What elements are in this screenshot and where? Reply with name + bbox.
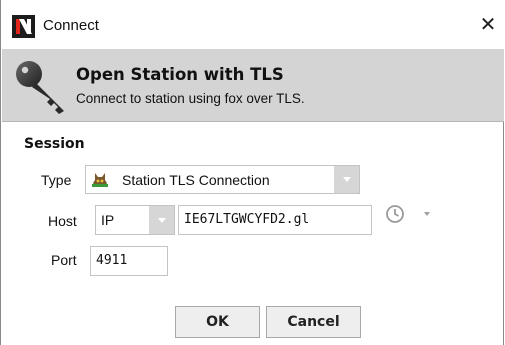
header-banner: Open Station with TLS Connect to station… (2, 49, 504, 122)
ok-button[interactable]: OK (175, 306, 260, 338)
host-protocol-dropdown-arrow[interactable] (149, 206, 174, 234)
key-icon (16, 61, 64, 114)
chevron-down-icon (157, 217, 166, 223)
host-protocol-value: IP (101, 212, 115, 228)
title-bar[interactable]: Connect ✕ (1, 0, 504, 49)
banner-title: Open Station with TLS (76, 65, 284, 84)
type-select-value: Station TLS Connection (122, 172, 270, 188)
connect-dialog: Connect ✕ Open Station with TLS Connect … (0, 0, 504, 345)
niagara-n-icon (12, 15, 35, 38)
history-dropdown-icon[interactable] (424, 212, 430, 216)
type-select[interactable]: Station TLS Connection (85, 165, 360, 194)
host-input[interactable]: IE67LTGWCYFD2.gl (178, 205, 372, 235)
port-input[interactable]: 4911 (90, 246, 168, 276)
host-protocol-select[interactable]: IP (95, 205, 175, 235)
window-title: Connect (43, 17, 99, 34)
banner-subtitle: Connect to station using fox over TLS. (76, 91, 305, 106)
chevron-down-icon (342, 177, 351, 182)
port-label: Port (51, 252, 77, 268)
cancel-button[interactable]: Cancel (266, 306, 361, 338)
session-heading: Session (24, 136, 85, 152)
close-icon[interactable]: ✕ (477, 12, 499, 36)
type-dropdown-arrow[interactable] (334, 166, 359, 193)
host-label: Host (48, 213, 77, 229)
history-clock-icon[interactable] (384, 203, 406, 225)
station-icon (92, 173, 108, 187)
type-label: Type (41, 172, 72, 188)
